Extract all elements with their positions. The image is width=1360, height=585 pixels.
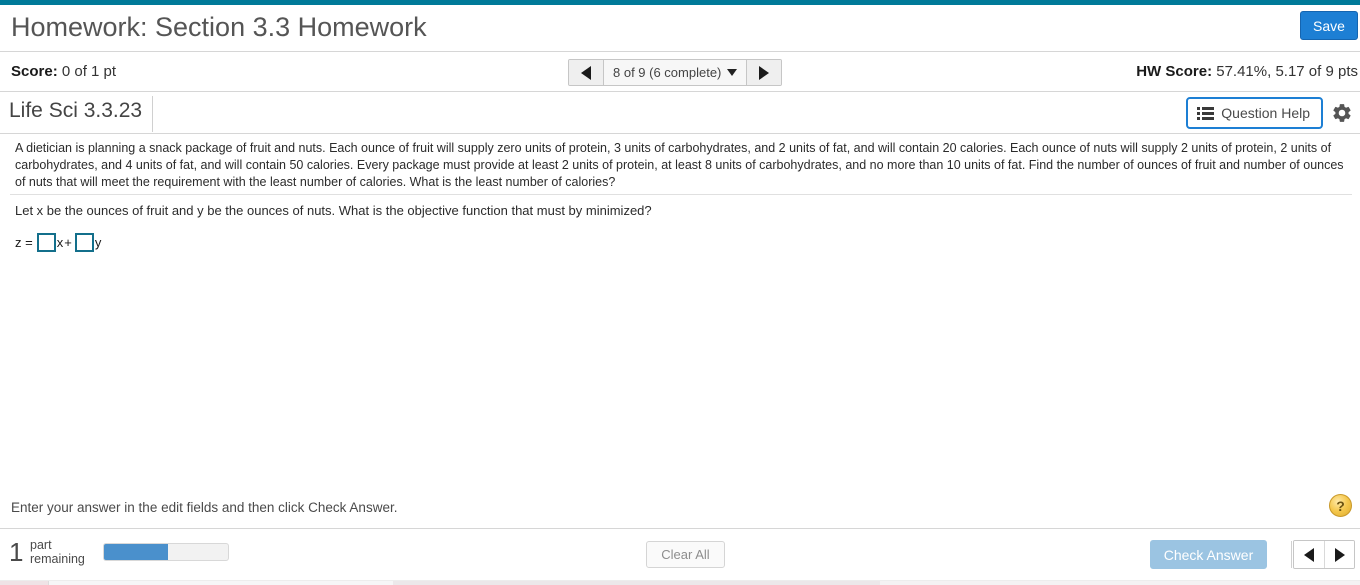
bottom-partial-row xyxy=(0,580,1360,585)
question-help-label: Question Help xyxy=(1221,105,1310,121)
score-label: Score: xyxy=(11,63,58,80)
chevron-down-icon xyxy=(727,69,738,76)
coefficient-y-input[interactable] xyxy=(74,233,94,252)
gear-icon[interactable] xyxy=(1331,102,1353,124)
header-divider xyxy=(152,96,153,132)
progress-bar-fill xyxy=(104,544,169,560)
answer-instruction: Enter your answer in the edit fields and… xyxy=(11,500,398,515)
title-bar: Homework: Section 3.3 Homework Save xyxy=(0,5,1360,51)
footer-next-button[interactable] xyxy=(1324,541,1354,568)
question-header: Life Sci 3.3.23 Question Help xyxy=(0,92,1360,134)
hw-score-value: 57.41%, 5.17 of 9 pts xyxy=(1212,63,1358,80)
answer-equation-row: z = x + y xyxy=(15,233,101,252)
variable-x-label: x xyxy=(56,235,64,250)
footer-divider xyxy=(1291,541,1292,568)
hw-score-display: HW Score: 57.41%, 5.17 of 9 pts xyxy=(1136,63,1358,80)
footer-prev-button[interactable] xyxy=(1294,541,1324,568)
footer-nav-group xyxy=(1293,540,1355,569)
score-value: 0 of 1 pt xyxy=(57,63,117,80)
section-divider xyxy=(10,194,1352,195)
parts-remaining-count: 1 xyxy=(9,537,24,567)
page-title: Homework: Section 3.3 Homework xyxy=(11,12,427,42)
parts-remaining-label: part remaining xyxy=(30,538,85,566)
equation-lhs: z = xyxy=(15,235,33,250)
score-display: Score: 0 of 1 pt xyxy=(11,63,116,80)
coefficient-x-input[interactable] xyxy=(36,233,56,252)
sub-question-text: Let x be the ounces of fruit and y be th… xyxy=(15,203,652,218)
clear-all-button[interactable]: Clear All xyxy=(646,541,725,568)
progress-bar xyxy=(103,543,229,561)
pager-label-text: 8 of 9 (6 complete) xyxy=(613,65,722,80)
triangle-right-icon xyxy=(1334,547,1345,562)
save-button[interactable]: Save xyxy=(1300,11,1358,40)
triangle-left-icon xyxy=(581,65,591,80)
check-answer-button[interactable]: Check Answer xyxy=(1150,540,1267,569)
question-help-button[interactable]: Question Help xyxy=(1186,97,1323,129)
hw-score-label: HW Score: xyxy=(1136,63,1213,80)
question-id: Life Sci 3.3.23 xyxy=(9,99,143,122)
triangle-left-icon xyxy=(1304,547,1314,562)
footer-toolbar: 1 part remaining Clear All Check Answer xyxy=(0,528,1360,579)
pager-next-button[interactable] xyxy=(746,60,782,85)
variable-y-label: y xyxy=(94,235,102,250)
score-bar: Score: 0 of 1 pt 8 of 9 (6 complete) HW … xyxy=(0,51,1360,92)
list-icon xyxy=(1197,106,1215,120)
pager-prev-button[interactable] xyxy=(569,60,604,85)
question-pager: 8 of 9 (6 complete) xyxy=(568,59,783,86)
triangle-right-icon xyxy=(759,65,770,80)
homework-page: Homework: Section 3.3 Homework Save Scor… xyxy=(0,0,1360,585)
pager-dropdown[interactable]: 8 of 9 (6 complete) xyxy=(604,60,747,85)
problem-statement: A dietician is planning a snack package … xyxy=(15,141,1344,189)
question-mark-icon[interactable]: ? xyxy=(1329,494,1352,517)
equation-operator: + xyxy=(64,235,72,250)
